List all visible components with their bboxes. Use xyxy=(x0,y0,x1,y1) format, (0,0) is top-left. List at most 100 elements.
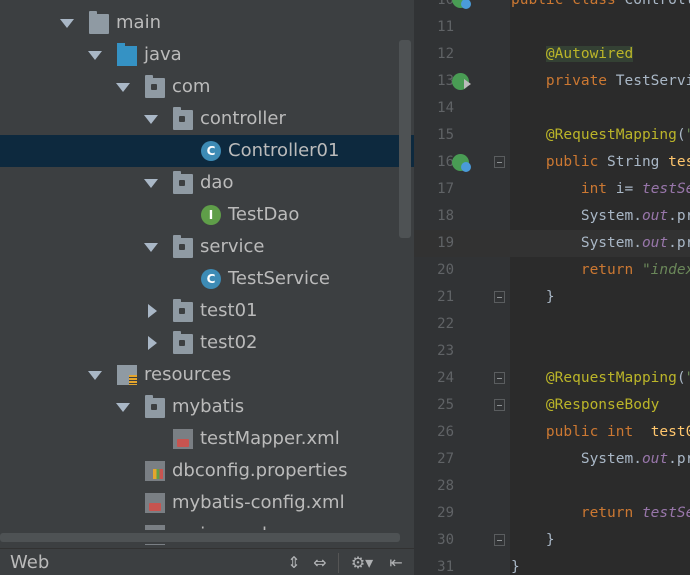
code-line[interactable]: 11 xyxy=(414,14,690,41)
line-number: 25 xyxy=(437,397,454,413)
line-number: 27 xyxy=(437,451,454,467)
code-line[interactable]: 26 public int test02(){ xyxy=(414,419,690,446)
code-text: @ResponseBody xyxy=(545,397,660,413)
fold-marker-icon[interactable] xyxy=(494,534,505,546)
code-line[interactable]: 10 public class Controller01 { xyxy=(414,0,690,14)
line-number: 20 xyxy=(437,262,454,278)
line-number: 28 xyxy=(437,478,454,494)
xml-file-icon xyxy=(145,493,165,513)
code-line[interactable]: 25 @ResponseBody xyxy=(414,392,690,419)
tool-window-bottom-bar: Web ⇕ ⇔ ⚙▾ ⇤ xyxy=(0,548,414,575)
code-line[interactable]: 23 xyxy=(414,338,690,365)
tree-item-com[interactable]: com xyxy=(0,71,414,103)
expanded-arrow-icon[interactable] xyxy=(88,368,102,382)
class-icon: C xyxy=(201,141,221,161)
collapsed-arrow-icon[interactable] xyxy=(145,304,159,318)
code-text: @RequestMapping("/index") xyxy=(545,127,690,143)
tree-item-dao[interactable]: dao xyxy=(0,167,414,199)
code-line[interactable]: 24 @RequestMapping("/test") xyxy=(414,365,690,392)
code-line[interactable]: 30 } xyxy=(414,527,690,554)
tree-item-resources[interactable]: resources xyxy=(0,359,414,391)
line-number: 29 xyxy=(437,505,454,521)
tree-item-label: test01 xyxy=(200,300,258,321)
code-line[interactable]: 21 } xyxy=(414,284,690,311)
tree-item-test02[interactable]: test02 xyxy=(0,327,414,359)
tree-item-label: controller xyxy=(200,108,286,129)
code-line[interactable]: 20 return "index"; xyxy=(414,257,690,284)
package-icon xyxy=(173,331,193,354)
code-text: System.out.println(i); xyxy=(511,208,690,224)
tree-item-mybatis[interactable]: mybatis xyxy=(0,391,414,423)
code-text: @RequestMapping("/test") xyxy=(545,370,690,386)
code-editor[interactable]: 10 public class Controller01 { 11 12 @Au… xyxy=(414,0,690,575)
code-line[interactable]: 13 private TestService testService; xyxy=(414,68,690,95)
line-number: 14 xyxy=(437,100,454,116)
line-number: 24 xyxy=(437,370,454,386)
tree-item-label: java xyxy=(144,44,182,65)
tree-item-dbconfig-properties[interactable]: dbconfig.properties xyxy=(0,455,414,487)
tree-item-label: test02 xyxy=(200,332,258,353)
fold-marker-icon[interactable] xyxy=(494,372,505,384)
code-line[interactable]: 31 } xyxy=(414,554,690,575)
navigate-to-bean-gutter-icon[interactable] xyxy=(452,73,471,90)
code-line-current[interactable]: 19 System.out.println(i); xyxy=(414,230,690,257)
tree-item-service[interactable]: service xyxy=(0,231,414,263)
tree-item-testservice[interactable]: C TestService xyxy=(0,263,414,295)
package-icon xyxy=(145,75,165,98)
code-text: return "index"; xyxy=(580,262,690,278)
line-number: 30 xyxy=(437,532,454,548)
package-icon xyxy=(173,171,193,194)
web-endpoint-gutter-icon[interactable] xyxy=(452,154,471,172)
xml-file-icon xyxy=(173,429,193,449)
expanded-arrow-icon[interactable] xyxy=(116,400,130,414)
expanded-arrow-icon[interactable] xyxy=(116,80,130,94)
line-number: 16 xyxy=(437,154,454,170)
tree-item-label: dao xyxy=(200,172,234,193)
scrollbar-thumb[interactable] xyxy=(0,533,400,542)
package-icon xyxy=(173,235,193,258)
code-line[interactable]: 17 int i= testService.test01(); xyxy=(414,176,690,203)
fold-marker-icon[interactable] xyxy=(494,291,505,303)
line-number: 12 xyxy=(437,46,454,62)
package-icon xyxy=(173,107,193,130)
tree-item-main[interactable]: main xyxy=(0,7,414,39)
fold-marker-icon[interactable] xyxy=(494,156,505,168)
code-line[interactable]: 16 public String test01(){ xyxy=(414,149,690,176)
expanded-arrow-icon[interactable] xyxy=(88,48,102,62)
code-line[interactable]: 29 return testService.test02(); xyxy=(414,500,690,527)
tree-item-mybatis-config-xml[interactable]: mybatis-config.xml xyxy=(0,487,414,519)
tree-item-java[interactable]: java xyxy=(0,39,414,71)
expand-all-icon[interactable]: ⇕ xyxy=(284,553,304,573)
hide-panel-icon[interactable]: ⇤ xyxy=(386,553,406,573)
tree-item-test01[interactable]: test01 xyxy=(0,295,414,327)
code-text: } xyxy=(511,559,520,575)
code-line[interactable]: 27 System.out.println("test"); xyxy=(414,446,690,473)
tree-item-testdao[interactable]: I TestDao xyxy=(0,199,414,231)
tree-item-label: resources xyxy=(144,364,232,385)
fold-marker-icon[interactable] xyxy=(494,399,505,411)
code-line[interactable]: 18 System.out.println(i); xyxy=(414,203,690,230)
expanded-arrow-icon[interactable] xyxy=(144,240,158,254)
line-number: 17 xyxy=(437,181,454,197)
expanded-arrow-icon[interactable] xyxy=(60,16,74,30)
tree-horizontal-scrollbar[interactable] xyxy=(0,530,414,544)
collapsed-arrow-icon[interactable] xyxy=(145,336,159,350)
code-text: } xyxy=(511,289,555,305)
properties-file-icon xyxy=(145,461,165,481)
gear-icon[interactable]: ⚙▾ xyxy=(346,553,378,573)
expanded-arrow-icon[interactable] xyxy=(144,112,158,126)
tree-item-controller[interactable]: controller xyxy=(0,103,414,135)
spring-bean-gutter-icon[interactable] xyxy=(452,0,471,9)
code-text: System.out.println(i); xyxy=(511,235,690,251)
code-line[interactable]: 14 xyxy=(414,95,690,122)
tree-vertical-scrollbar[interactable] xyxy=(399,40,411,238)
tree-item-testmapper-xml[interactable]: testMapper.xml xyxy=(0,423,414,455)
project-tree-panel: main java com controller C Controller01 … xyxy=(0,0,414,575)
code-line[interactable]: 22 xyxy=(414,311,690,338)
code-line[interactable]: 28 xyxy=(414,473,690,500)
code-line[interactable]: 12 @Autowired xyxy=(414,41,690,68)
expanded-arrow-icon[interactable] xyxy=(144,176,158,190)
tree-item-controller01[interactable]: C Controller01 xyxy=(0,135,414,167)
code-line[interactable]: 15 @RequestMapping("/index") xyxy=(414,122,690,149)
collapse-all-icon[interactable]: ⇔ xyxy=(310,553,330,573)
